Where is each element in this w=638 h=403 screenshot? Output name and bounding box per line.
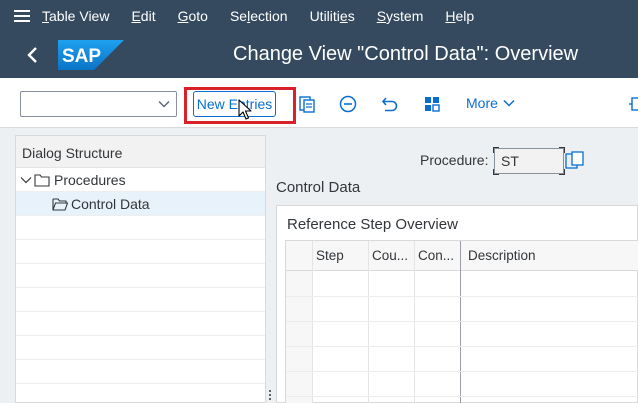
tree-empty-row (16, 384, 265, 403)
mouse-cursor-icon (238, 99, 252, 120)
expand-chevron-icon[interactable] (20, 174, 32, 186)
open-folder-icon (52, 198, 68, 211)
copy-as-icon[interactable] (297, 94, 317, 114)
folder-icon (34, 174, 50, 187)
tree-empty-row (16, 336, 265, 360)
more-button[interactable]: More (466, 95, 515, 111)
procedure-label: Procedure: (420, 152, 489, 168)
tree-empty-row (16, 240, 265, 264)
procedure-value: ST (501, 153, 519, 169)
table-header: Step Cou... Con... Description (286, 241, 638, 271)
menu-system[interactable]: System (377, 8, 424, 24)
sap-logo: SAP (58, 40, 124, 70)
svg-text:SAP: SAP (62, 46, 101, 67)
column-header-description[interactable]: Description (468, 248, 536, 263)
column-header-control[interactable]: Con... (418, 248, 454, 263)
delete-icon[interactable] (338, 94, 358, 114)
undo-icon[interactable] (380, 94, 400, 114)
tree-empty-row (16, 264, 265, 288)
section-title: Control Data (276, 179, 361, 196)
menu-selection[interactable]: Selection (230, 8, 288, 24)
menu-goto[interactable]: Goto (178, 8, 208, 24)
toolbar: New Entries More (0, 78, 638, 128)
page-title: Change View "Control Data": Overview (233, 43, 579, 65)
tree-item-label: Procedures (54, 172, 126, 188)
row-selector-column[interactable] (286, 271, 312, 403)
tree-empty-row (16, 216, 265, 240)
reference-step-panel: Reference Step Overview Step Cou... Con.… (276, 205, 638, 403)
tree-item-control-data[interactable]: Control Data (16, 192, 265, 216)
menu-edit[interactable]: Edit (131, 8, 155, 24)
more-label: More (466, 95, 498, 111)
dialog-structure-title: Dialog Structure (16, 136, 265, 168)
command-field[interactable] (20, 91, 177, 117)
column-header-step[interactable]: Step (316, 248, 344, 263)
table-title: Reference Step Overview (287, 216, 458, 233)
splitter-handle-icon[interactable] (266, 135, 274, 403)
tree-item-procedures[interactable]: Procedures (16, 168, 265, 192)
menu-table-view[interactable]: Table View (42, 8, 109, 24)
new-entries-button[interactable]: New Entries (193, 91, 276, 117)
tree-empty-row (16, 312, 265, 336)
value-help-icon[interactable] (565, 150, 585, 172)
hamburger-menu-icon[interactable] (0, 0, 42, 32)
tree-empty-row (16, 288, 265, 312)
select-block-icon[interactable] (422, 94, 442, 114)
column-header-counter[interactable]: Cou... (372, 248, 408, 263)
dialog-structure-panel: Dialog Structure Procedures Control Data (15, 135, 266, 403)
display-icon[interactable] (628, 94, 638, 114)
chevron-down-icon (503, 99, 515, 107)
title-bar: SAP Change View "Control Data": Overview (0, 32, 638, 78)
menu-bar: Table View Edit Goto Selection Utilities… (0, 0, 638, 32)
back-arrow-icon[interactable] (24, 45, 42, 65)
reference-step-table: Step Cou... Con... Description (285, 240, 638, 403)
menu-help[interactable]: Help (445, 8, 474, 24)
menu-utilities[interactable]: Utilities (310, 8, 355, 24)
procedure-field: ST (493, 147, 565, 175)
chevron-down-icon[interactable] (157, 97, 171, 111)
tree-item-label: Control Data (71, 196, 150, 212)
tree-empty-row (16, 360, 265, 384)
